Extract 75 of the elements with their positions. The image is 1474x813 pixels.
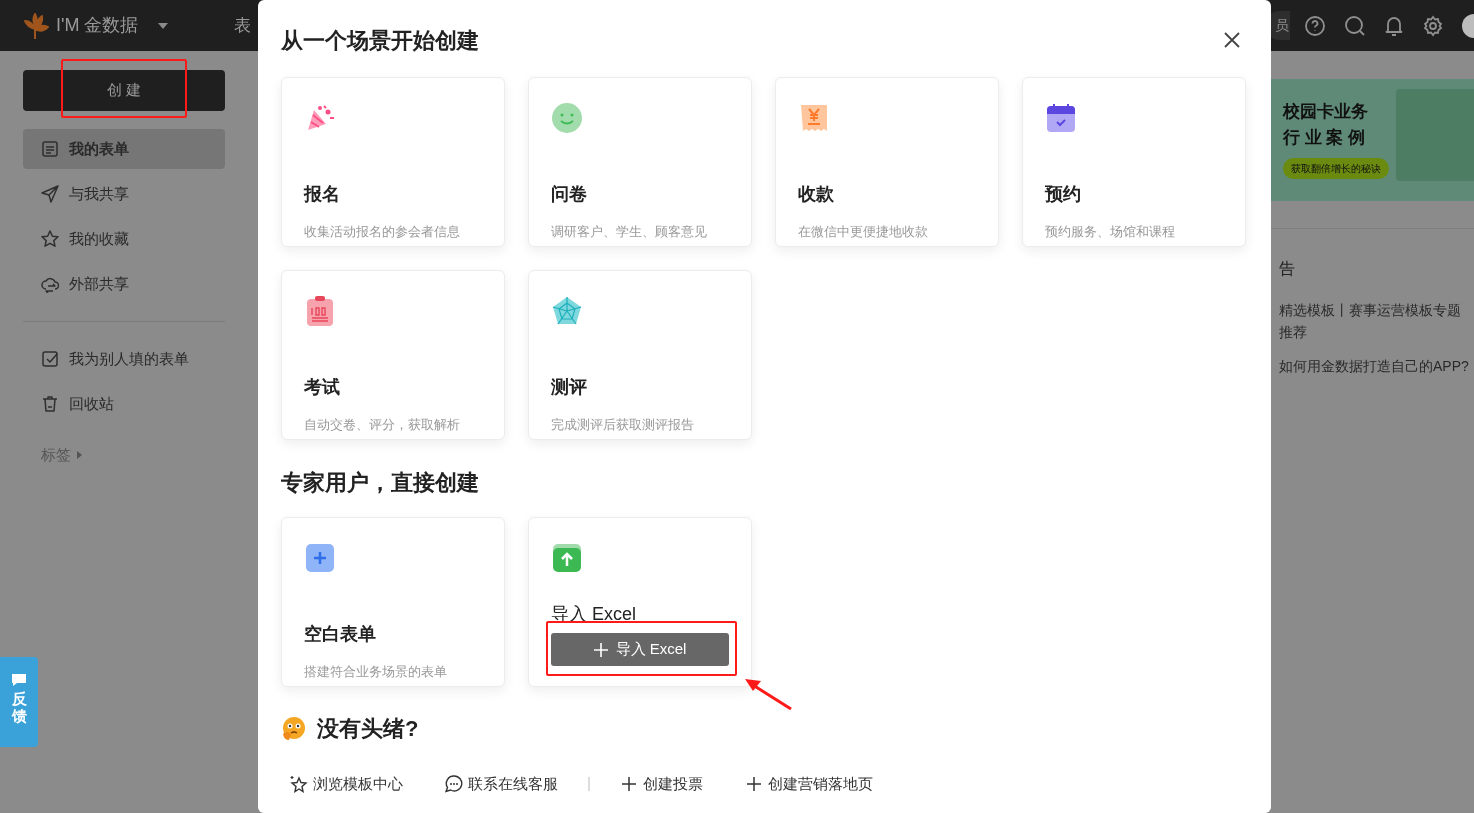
sidebar-item[interactable]: 我的表单 bbox=[23, 129, 225, 169]
scene-card[interactable]: 考试 自动交卷、评分，获取解析 bbox=[281, 270, 505, 440]
announcement-link[interactable]: 如何用金数据打造自己的APP? bbox=[1279, 355, 1470, 377]
card-description: 自动交卷、评分，获取解析 bbox=[304, 416, 461, 434]
card-title: 测评 bbox=[551, 376, 588, 399]
scene-card[interactable]: 预约 预约服务、场馆和课程 bbox=[1022, 77, 1246, 247]
sidebar-item[interactable]: 我为别人填的表单 bbox=[23, 339, 225, 379]
feedback-label: 反馈 bbox=[11, 691, 27, 724]
card-title: 预约 bbox=[1045, 183, 1082, 206]
caret-down-icon[interactable] bbox=[158, 22, 169, 29]
scene-card[interactable]: 测评 完成测评后获取测评报告 bbox=[528, 270, 752, 440]
create-button[interactable]: 创 建 bbox=[23, 70, 225, 111]
card-description: 调研客户、学生、顾客意见 bbox=[551, 223, 708, 241]
chat-bubble-icon bbox=[445, 775, 463, 794]
thinking-face-icon bbox=[281, 715, 307, 742]
card-title: 空白表单 bbox=[304, 623, 377, 646]
tree-logo-icon[interactable] bbox=[22, 11, 50, 40]
nav-item[interactable]: 表 bbox=[234, 12, 252, 39]
upload-icon bbox=[551, 542, 583, 574]
plus-icon bbox=[304, 542, 336, 574]
trash-icon bbox=[41, 395, 59, 413]
dialog-title: 从一个场景开始创建 bbox=[281, 26, 479, 55]
banner-heading: 校园卡业务 bbox=[1283, 101, 1369, 123]
card-description: 预约服务、场馆和课程 bbox=[1045, 223, 1176, 241]
announcement-link[interactable]: 精选模板丨赛事运营模板专题推荐 bbox=[1279, 299, 1470, 343]
card-description: 搭建符合业务场景的表单 bbox=[304, 663, 448, 681]
banner-heading: 行 业 案 例 bbox=[1283, 126, 1367, 148]
sidebar-item[interactable]: 回收站 bbox=[23, 384, 225, 424]
bell-icon[interactable] bbox=[1384, 14, 1404, 37]
pointer-arrow bbox=[743, 677, 793, 711]
section-title: 没有头绪? bbox=[317, 715, 419, 743]
card-title: 收款 bbox=[798, 183, 835, 206]
plus-icon bbox=[593, 642, 608, 657]
sidebar-item[interactable]: 与我共享 bbox=[23, 174, 225, 214]
card-description: 在微信中更便捷地收款 bbox=[798, 223, 929, 241]
scene-card[interactable]: 收款 在微信中更便捷地收款 bbox=[775, 77, 999, 247]
card-description: 完成测评后获取测评报告 bbox=[551, 416, 695, 434]
scene-card[interactable]: 空白表单 搭建符合业务场景的表单 bbox=[281, 517, 505, 687]
sidebar-item[interactable]: 外部共享 bbox=[23, 264, 225, 304]
pentagon-icon bbox=[551, 295, 583, 327]
promo-banner[interactable]: 校园卡业务 行 业 案 例 获取翻倍增长的秘诀 bbox=[1271, 79, 1474, 201]
settings-icon[interactable] bbox=[1422, 14, 1444, 37]
import-excel-button[interactable]: 导入 Excel bbox=[551, 633, 729, 666]
plus-icon bbox=[620, 775, 638, 794]
announcements-title: 告 bbox=[1279, 260, 1295, 277]
help-link[interactable]: 联系在线客服 bbox=[445, 773, 558, 796]
brand-name[interactable]: I'M 金数据 bbox=[56, 12, 139, 39]
calendar-icon bbox=[1045, 102, 1077, 134]
document-icon bbox=[41, 140, 59, 158]
plus-icon bbox=[745, 775, 763, 794]
card-title: 考试 bbox=[304, 376, 341, 399]
paper-plane-icon bbox=[41, 185, 59, 203]
scene-card[interactable]: 问卷 调研客户、学生、顾客意见 bbox=[528, 77, 752, 247]
card-title: 报名 bbox=[304, 183, 341, 206]
sparkle-star-icon bbox=[290, 775, 308, 794]
scene-card[interactable]: 报名 收集活动报名的参会者信息 bbox=[281, 77, 505, 247]
card-description: 收集活动报名的参会者信息 bbox=[304, 223, 461, 241]
star-icon bbox=[41, 230, 59, 248]
search-icon[interactable] bbox=[1344, 14, 1366, 37]
card-title: 问卷 bbox=[551, 183, 588, 206]
sidebar-item[interactable]: 我的收藏 bbox=[23, 219, 225, 259]
help-icon[interactable] bbox=[1304, 14, 1326, 37]
help-link[interactable]: 浏览模板中心 bbox=[290, 773, 403, 796]
help-link[interactable]: 创建营销落地页 bbox=[745, 773, 873, 796]
smiley-icon bbox=[551, 102, 583, 134]
banner-button[interactable]: 获取翻倍增长的秘诀 bbox=[1283, 157, 1389, 179]
help-link[interactable]: 创建投票 bbox=[620, 773, 703, 796]
section-title: 专家用户，直接创建 bbox=[281, 469, 480, 497]
comment-icon bbox=[11, 673, 27, 687]
score-sheet-icon bbox=[304, 295, 336, 327]
close-icon[interactable] bbox=[1224, 32, 1240, 48]
avatar[interactable] bbox=[1462, 13, 1474, 38]
checkbox-icon bbox=[41, 350, 59, 368]
receipt-icon bbox=[798, 102, 830, 134]
cloud-icon bbox=[41, 275, 59, 293]
